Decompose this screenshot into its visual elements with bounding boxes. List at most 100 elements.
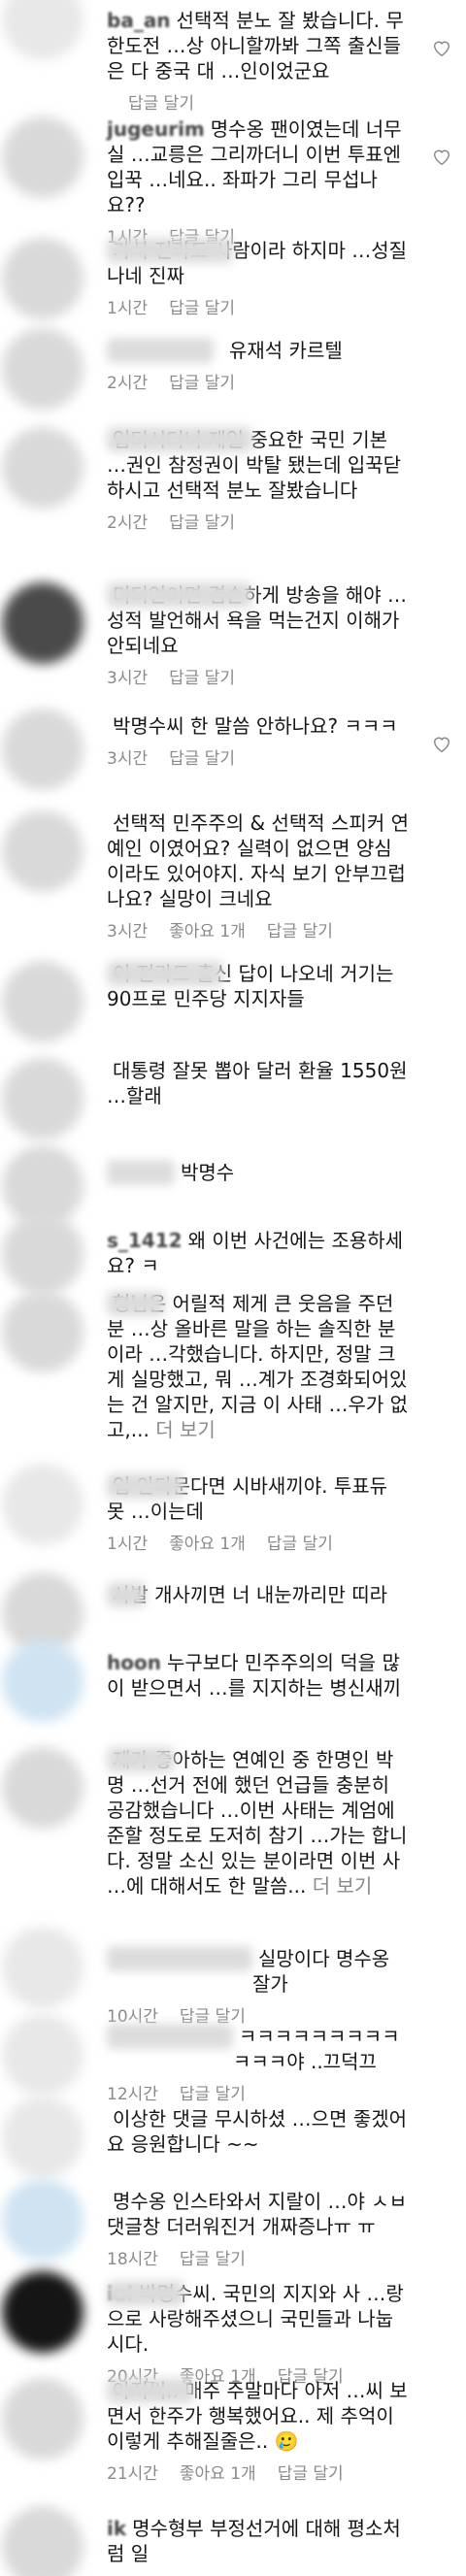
reply-button[interactable]: 답글 달기 (128, 89, 194, 114)
reply-button[interactable]: 답글 달기 (267, 1530, 333, 1554)
comment-item: 형님은 어릴적 제게 큰 웃음을 주던 분 …상 올바른 말을 하는 솔직한 분… (0, 1291, 466, 1451)
more-link[interactable]: 더 보기 (313, 1874, 373, 1898)
reply-button[interactable]: 답글 달기 (169, 369, 235, 393)
heart-icon[interactable] (431, 37, 452, 58)
reply-button[interactable]: 답글 달기 (278, 2460, 344, 2484)
comment-item: 가서 전라도 사람이라 하지마 …성질나네 진짜 1시간 답글 달기 (0, 238, 466, 325)
comment-text: 사발 개사끼면 너 내눈까리만 띠라 (113, 1583, 388, 1606)
comment-item: ial박명수씨. 국민의 지지와 사 …랑으로 사랑해주셨으니 국민들과 나눕시… (0, 2271, 466, 2387)
comment-item: 사발 개사끼면 너 내눈까리만 띠라 (0, 1572, 466, 1654)
comment-item: 미디언이면 겸손하게 방송을 해야 …성적 발언해서 욕을 먹는건지 이해가 안… (0, 582, 466, 689)
avatar[interactable] (2, 1058, 83, 1139)
redacted-username (107, 1160, 175, 1185)
comment-time: 1시간 (107, 1535, 149, 1554)
comment-item: jugeurim 명수옹 팬이였는데 너무 실 …교릉은 그리까더니 이번 투표엔… (0, 116, 466, 248)
avatar[interactable] (2, 2506, 83, 2576)
heart-icon[interactable] (431, 733, 452, 754)
comment-text: 박명수 (181, 1161, 235, 1184)
avatar[interactable] (2, 1747, 83, 1829)
reply-button[interactable]: 답글 달기 (180, 2080, 246, 2104)
comment-username[interactable]: jugeurim (107, 117, 205, 141)
comment-text: 실망이다 명수옹 잘가 (252, 1947, 390, 1996)
reply-button[interactable]: 답글 달기 (169, 509, 235, 533)
comment-item: hoon 누구보다 민주주의의 덕을 많이 받으면서 …를 지지하는 병신새끼 (0, 1640, 466, 1728)
comment-time: 21시간 (107, 2464, 158, 2484)
redacted-username (107, 1747, 175, 1772)
comment-time: 3시간 (107, 669, 149, 688)
comment-time: 1시간 (107, 299, 149, 318)
redacted-username (107, 1291, 165, 1316)
comment-text: 박명수씨 한 말씀 안하나요? ㅋㅋㅋ (113, 714, 398, 738)
comment-item: 이 전라도 출신 답이 나오네 거기는 90프로 민주당 지지자들 (0, 961, 466, 1042)
reply-button[interactable]: 답글 달기 (169, 744, 235, 769)
avatar[interactable] (2, 1464, 83, 1545)
redacted-username (107, 1582, 146, 1607)
like-count[interactable]: 좋아요 1개 (169, 917, 246, 941)
avatar[interactable] (2, 709, 83, 790)
redacted-username (107, 961, 223, 986)
avatar[interactable] (2, 238, 83, 319)
redacted-username (107, 427, 252, 452)
avatar[interactable] (2, 328, 83, 410)
like-count[interactable]: 좋아요 1개 (180, 2460, 256, 2484)
avatar[interactable] (2, 2271, 83, 2353)
heart-icon[interactable] (431, 146, 452, 167)
avatar[interactable] (2, 116, 83, 198)
redacted-username (107, 1946, 252, 1971)
like-count[interactable]: 좋아요 1개 (169, 1530, 246, 1554)
comment-username[interactable]: ik (107, 2517, 126, 2540)
comment-username[interactable]: ba_an (107, 9, 171, 32)
comment-item: ik 명수형부 부정선거에 대해 평소처럼 일 (0, 2506, 466, 2576)
comment-time: 12시간 (107, 2085, 158, 2104)
comment-item: 제가 좋아하는 연예인 중 한명인 박명 …선거 전에 했던 언급들 충분히 공… (0, 1747, 466, 1912)
comment-item: ba_an 선택적 분노 잘 봤습니다. 무한도전 …상 아니할까봐 그쪽 출신들… (0, 0, 466, 114)
comment-item: 유재석 카르텔 2시간 답글 달기 (0, 328, 466, 410)
redacted-username (107, 338, 214, 363)
comment-text: 유재석 카르텔 (229, 339, 343, 362)
comment-item: 아저씨.. 매주 주말마다 아저 …씨 보면서 한주가 행복했어요.. 제 추억… (0, 2378, 466, 2485)
reply-button[interactable]: 답글 달기 (267, 917, 333, 941)
avatar[interactable] (2, 1213, 83, 1295)
redacted-username (107, 2281, 184, 2306)
comment-item: 명수옹 인스타와서 지랄이 …야 ㅅㅂ 댓글창 더러워진거 개짜증나ㅠ ㅠ 18… (0, 2179, 466, 2269)
avatar[interactable] (2, 2014, 83, 2096)
comment-time: 18시간 (107, 2250, 158, 2269)
comment-time: 2시간 (107, 374, 149, 393)
comment-time: 3시간 (107, 749, 149, 769)
reply-button[interactable]: 답글 달기 (180, 2245, 246, 2269)
avatar[interactable] (2, 2179, 83, 2261)
comment-text: 선택적 민주주의 & 선택적 스피커 연예인 이였어요? 실력이 없으면 양심이… (107, 811, 409, 910)
avatar[interactable] (2, 961, 83, 1042)
comment-username[interactable]: hoon (107, 1651, 161, 1674)
comment-item: 이상한 댓글 무시하셨 …으면 좋겠어요 응원합니다 ~~ (0, 2097, 466, 2178)
comment-time: 2시간 (107, 513, 149, 533)
comment-text: 명수형부 부정선거에 대해 평소처럼 일 (107, 2517, 401, 2565)
comment-text: 대통령 잘못 뽑아 달러 환율 1550원 …할래 (107, 1059, 408, 1107)
redacted-username (107, 238, 233, 263)
comment-text: 이상한 댓글 무시하셨 …으면 좋겠어요 응원합니다 ~~ (107, 2107, 408, 2156)
redacted-username (107, 582, 252, 608)
redacted-username (107, 2378, 194, 2403)
reply-button[interactable]: 답글 달기 (169, 664, 235, 688)
comment-item: ㅋㅋㅋㅋㅋㅋㅋㅋㅋㅋㅋㅋ야 ..끄덕끄 12시간 답글 달기 (0, 2014, 466, 2104)
comment-item: 박명수 (0, 1145, 466, 1227)
comment-item: 입터시더니 제일 중요한 국민 기본 …권인 참정권이 박탈 됐는데 입꾹닫 하… (0, 427, 466, 553)
avatar[interactable] (2, 1640, 83, 1722)
avatar[interactable] (2, 1291, 83, 1372)
comment-item: 실망이다 명수옹 잘가 10시간 답글 달기 (0, 1927, 466, 2027)
avatar[interactable] (2, 1927, 83, 2008)
avatar[interactable] (2, 810, 83, 892)
avatar[interactable] (2, 2378, 83, 2460)
redacted-username (107, 1473, 184, 1499)
avatar[interactable] (2, 2097, 83, 2178)
comment-item: 선택적 민주주의 & 선택적 스피커 연예인 이였어요? 실력이 없으면 양심이… (0, 810, 466, 941)
avatar[interactable] (2, 0, 83, 60)
more-link[interactable]: 더 보기 (155, 1418, 216, 1441)
comment-item: 박명수씨 한 말씀 안하나요? ㅋㅋㅋ 3시간 답글 달기 (0, 709, 466, 790)
avatar[interactable] (2, 582, 83, 664)
avatar[interactable] (2, 427, 83, 509)
reply-button[interactable]: 답글 달기 (169, 294, 235, 318)
comment-username[interactable]: s_1412 (107, 1229, 183, 1252)
comment-text: 명수옹 인스타와서 지랄이 …야 ㅅㅂ 댓글창 더러워진거 개짜증나ㅠ ㅠ (107, 2190, 408, 2238)
redacted-username (107, 2024, 233, 2049)
